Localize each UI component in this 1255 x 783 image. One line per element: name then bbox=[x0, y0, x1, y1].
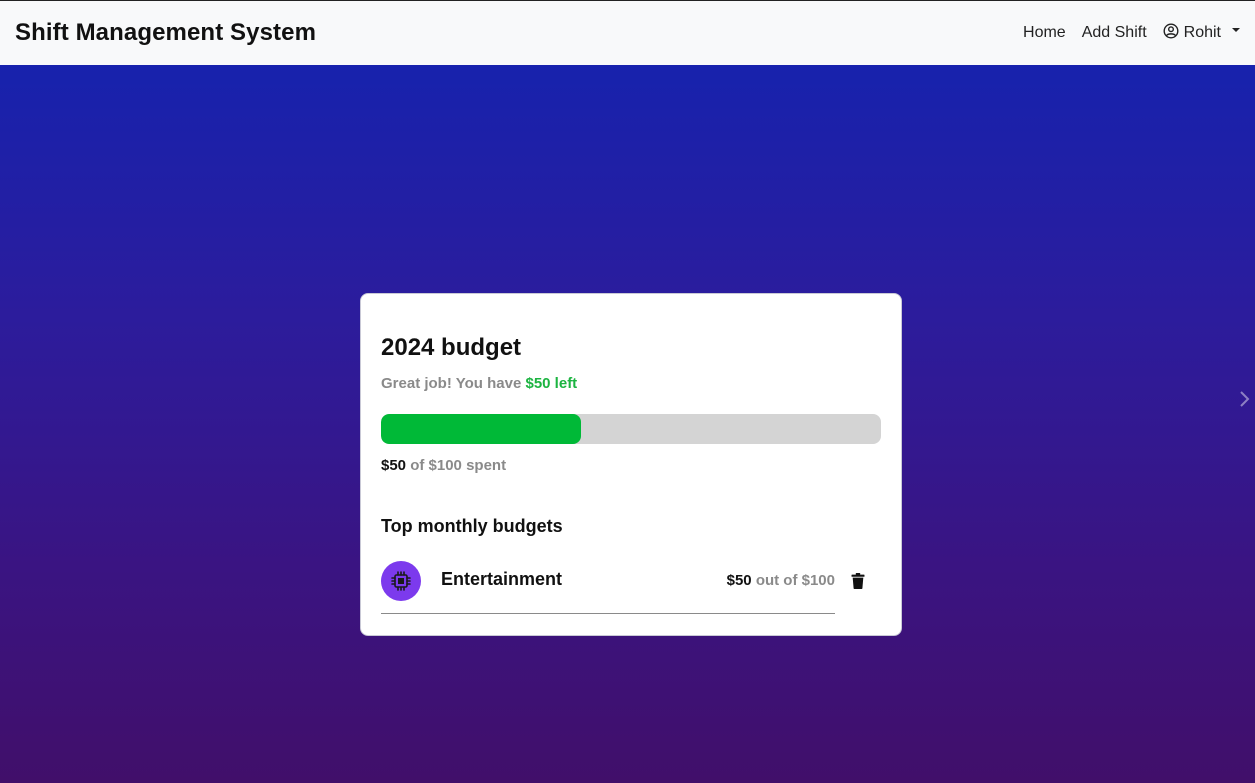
budget-progress-bar bbox=[381, 414, 881, 444]
nav-link-home[interactable]: Home bbox=[1023, 24, 1066, 42]
trash-icon[interactable] bbox=[851, 573, 865, 594]
budget-item-amount: $50 out of $100 bbox=[727, 572, 835, 589]
brand-title[interactable]: Shift Management System bbox=[15, 19, 316, 47]
chevron-right-icon[interactable] bbox=[1239, 388, 1251, 415]
budget-item-divider bbox=[381, 613, 835, 614]
budget-subtitle: Great job! You have $50 left bbox=[381, 375, 577, 392]
budget-item-rest: out of $100 bbox=[755, 572, 835, 589]
budget-card: 2024 budget Great job! You have $50 left… bbox=[360, 293, 902, 636]
user-name: Rohit bbox=[1183, 24, 1221, 41]
budget-progress-fill bbox=[381, 414, 581, 444]
caret-down-icon bbox=[1232, 28, 1240, 32]
budget-subtitle-prefix: Great job! You have bbox=[381, 375, 522, 392]
navbar: Shift Management System Home Add Shift R… bbox=[0, 0, 1255, 65]
budget-title: 2024 budget bbox=[381, 334, 522, 361]
cpu-chip-icon bbox=[381, 561, 421, 601]
top-budgets-heading: Top monthly budgets bbox=[381, 516, 563, 536]
user-circle-icon bbox=[1163, 22, 1179, 44]
budget-spent-rest: of $100 spent bbox=[410, 457, 507, 474]
budget-spent-amount: $50 bbox=[381, 457, 407, 474]
budget-list-item: Entertainment $50 out of $100 bbox=[381, 561, 881, 615]
budget-item-name: Entertainment bbox=[441, 569, 563, 589]
user-menu-dropdown[interactable]: Rohit bbox=[1163, 22, 1240, 44]
nav-links: Home Add Shift Rohit bbox=[1023, 22, 1240, 44]
budget-spent-summary: $50 of $100 spent bbox=[381, 457, 506, 474]
nav-link-add-shift[interactable]: Add Shift bbox=[1082, 24, 1147, 42]
budget-left-amount: $50 left bbox=[525, 375, 578, 392]
budget-item-spent: $50 bbox=[726, 572, 752, 589]
